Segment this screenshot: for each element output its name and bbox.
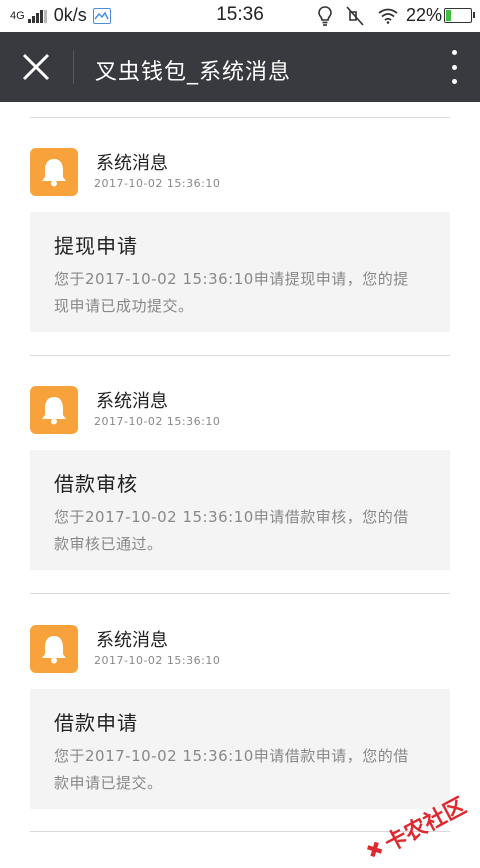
header-divider: [73, 50, 74, 84]
more-dot: [452, 79, 457, 84]
message-time: 2017-10-02 15:36:10: [94, 654, 220, 667]
title-bar: 叉虫钱包_系统消息: [0, 32, 480, 102]
message-body: 您于2017-10-02 15:36:10申请借款审核，您的借款审核已通过。: [54, 504, 424, 558]
message-time: 2017-10-02 15:36:10: [94, 415, 220, 428]
sender-name: 系统消息: [96, 149, 168, 175]
notification-avatar: [30, 386, 78, 434]
message-title: 借款审核: [54, 468, 138, 497]
divider: [30, 117, 450, 118]
status-bar: 4G 0k/s 15:36 22%: [0, 0, 480, 32]
message-title: 提现申请: [54, 230, 138, 259]
sender-name: 系统消息: [96, 626, 168, 652]
battery-fill: [446, 10, 451, 21]
sender-name: 系统消息: [96, 387, 168, 413]
message-title: 借款申请: [54, 707, 138, 736]
more-dot: [452, 65, 457, 70]
battery-tip: [473, 12, 475, 18]
message-card[interactable]: 借款申请 您于2017-10-02 15:36:10申请借款申请，您的借款申请已…: [30, 689, 450, 809]
lightbulb-icon: [318, 6, 332, 26]
more-dot: [452, 50, 457, 55]
status-right: 22%: [304, 5, 472, 26]
message-card[interactable]: 借款审核 您于2017-10-02 15:36:10申请借款审核，您的借款审核已…: [30, 450, 450, 570]
message-card[interactable]: 提现申请 您于2017-10-02 15:36:10申请提现申请，您的提现申请已…: [30, 212, 450, 332]
message-body: 您于2017-10-02 15:36:10申请提现申请，您的提现申请已成功提交。: [54, 266, 424, 320]
more-button[interactable]: [446, 50, 462, 84]
bell-icon: [40, 395, 68, 425]
close-icon: [14, 46, 58, 88]
close-button[interactable]: [14, 46, 58, 88]
message-body: 您于2017-10-02 15:36:10申请借款申请，您的借款申请已提交。: [54, 743, 424, 797]
message-time: 2017-10-02 15:36:10: [94, 177, 220, 190]
notification-avatar: [30, 148, 78, 196]
divider: [30, 355, 450, 356]
mute-icon: [346, 6, 364, 26]
bell-icon: [40, 634, 68, 664]
divider: [30, 593, 450, 594]
notification-avatar: [30, 625, 78, 673]
battery-percent: 22%: [406, 5, 442, 26]
page-title: 叉虫钱包_系统消息: [95, 54, 291, 86]
bell-icon: [40, 157, 68, 187]
wifi-icon: [378, 8, 398, 24]
battery-icon: [444, 8, 472, 23]
